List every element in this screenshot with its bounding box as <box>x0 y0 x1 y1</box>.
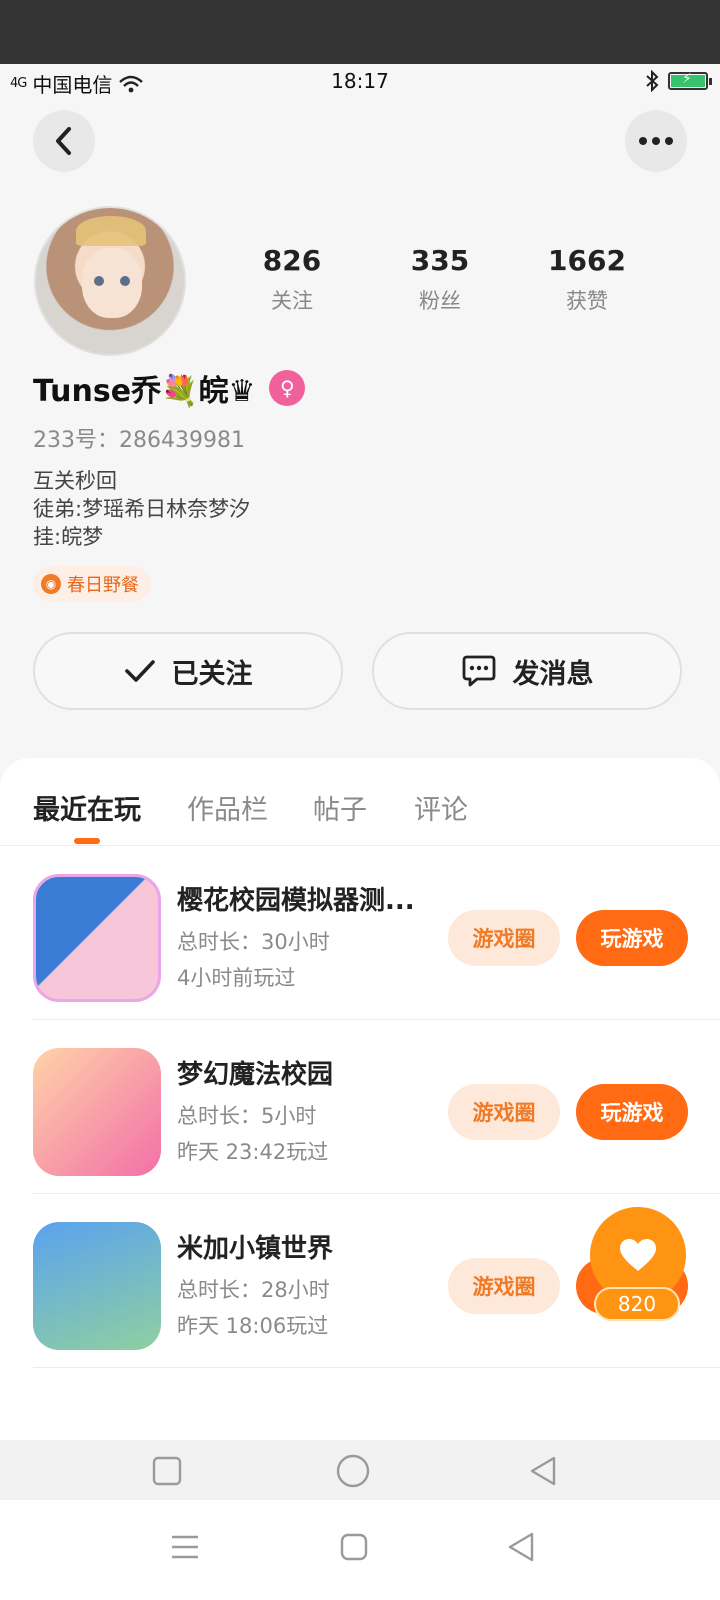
tab-posts[interactable]: 帖子 <box>313 788 367 827</box>
bluetooth-icon <box>646 70 659 92</box>
back-nav-button[interactable] <box>526 1454 560 1488</box>
game-icon[interactable] <box>33 1048 161 1176</box>
more-dots-icon <box>639 137 673 145</box>
stat-fans-label: 粉丝 <box>419 289 461 313</box>
checkmark-icon <box>124 660 155 682</box>
game-title: 梦幻魔法校园 <box>177 1060 334 1090</box>
clock: 18:17 <box>331 69 389 93</box>
bio-line: 徒弟:梦瑶希日林奈梦汐 <box>33 497 251 521</box>
avatar-eye-left <box>94 276 104 286</box>
square-icon <box>152 1456 182 1486</box>
tab-works[interactable]: 作品栏 <box>187 788 268 827</box>
chat-bubble-icon <box>462 655 495 687</box>
battery-icon: ⚡ <box>668 71 712 90</box>
chevron-left-icon <box>56 127 71 155</box>
username: Tunse乔💐皖♛ <box>33 374 256 409</box>
game-title: 米加小镇世界 <box>177 1234 334 1264</box>
user-id: 233号：286439981 <box>33 428 245 453</box>
gender-female-icon: ♀ <box>269 370 306 406</box>
recent-apps-button[interactable] <box>150 1454 184 1488</box>
home-button[interactable] <box>334 1452 372 1490</box>
game-row[interactable]: 樱花校园模拟器测... 总时长：30小时 4小时前玩过 游戏圈 玩游戏 <box>0 844 720 1020</box>
avatar-face <box>82 248 142 318</box>
row-divider <box>33 1367 720 1368</box>
circle-icon <box>336 1454 370 1488</box>
system-nav-bar <box>0 1500 720 1600</box>
menu-button[interactable] <box>168 1530 202 1564</box>
tab-comments[interactable]: 评论 <box>414 788 468 827</box>
game-duration: 总时长：28小时 <box>177 1278 330 1302</box>
stat-likes-label: 获赞 <box>566 289 608 313</box>
stat-following-label: 关注 <box>271 289 313 313</box>
rounded-square-icon <box>340 1533 368 1561</box>
bio-line: 挂:皖梦 <box>33 525 104 549</box>
game-icon[interactable] <box>33 1222 161 1350</box>
stat-fans-count: 335 <box>410 244 470 277</box>
game-icon[interactable] <box>33 874 161 1002</box>
badge-tag-label: 春日野餐 <box>67 575 139 596</box>
stat-fans[interactable]: 335 粉丝 <box>380 244 500 315</box>
bio-line: 互关秒回 <box>33 469 117 493</box>
menu-icon <box>172 1535 198 1559</box>
profile-screen: 4G 中国电信 18:17 ⚡ 826 关注 335 粉丝 1662 获赞 Tu… <box>0 64 720 1500</box>
more-button[interactable] <box>625 110 687 172</box>
system-home-button[interactable] <box>337 1530 371 1564</box>
bio: 互关秒回 徒弟:梦瑶希日林奈梦汐 挂:皖梦 <box>33 467 250 551</box>
avatar[interactable] <box>34 206 186 356</box>
game-row[interactable]: 梦幻魔法校园 总时长：5小时 昨天 23:42玩过 游戏圈 玩游戏 <box>0 1018 720 1194</box>
avatar-crown <box>76 216 146 246</box>
followed-button[interactable]: 已关注 <box>33 632 343 710</box>
game-duration: 总时长：5小时 <box>177 1104 317 1128</box>
followed-button-label: 已关注 <box>171 658 253 690</box>
status-bar: 4G 中国电信 18:17 ⚡ <box>0 64 720 100</box>
stat-likes[interactable]: 1662 获赞 <box>527 244 647 315</box>
game-last-played: 昨天 18:06玩过 <box>177 1314 329 1338</box>
like-count-badge: 820 <box>594 1287 680 1321</box>
send-message-button[interactable]: 发消息 <box>372 632 682 710</box>
stat-following[interactable]: 826 关注 <box>232 244 352 315</box>
tab-bar: 最近在玩 作品栏 帖子 评论 <box>0 758 720 846</box>
game-duration: 总时长：30小时 <box>177 930 330 954</box>
badge-tag-icon: ◉ <box>41 574 61 594</box>
heart-icon <box>620 1239 656 1271</box>
play-game-button[interactable]: 玩游戏 <box>576 1084 688 1140</box>
badge-tag[interactable]: ◉ 春日野餐 <box>33 566 151 602</box>
triangle-back-icon <box>508 1532 534 1562</box>
tab-recently-played[interactable]: 最近在玩 <box>33 788 141 827</box>
avatar-eye-right <box>120 276 130 286</box>
stat-likes-count: 1662 <box>548 244 626 277</box>
content-sheet: 最近在玩 作品栏 帖子 评论 樱花校园模拟器测... 总时长：30小时 4小时前… <box>0 758 720 1500</box>
triangle-back-icon <box>530 1456 556 1486</box>
game-circle-button[interactable]: 游戏圈 <box>448 910 560 966</box>
game-last-played: 4小时前玩过 <box>177 966 296 990</box>
top-black-bar <box>0 0 720 64</box>
game-title: 樱花校园模拟器测... <box>177 886 415 916</box>
stat-following-count: 826 <box>262 244 322 277</box>
username-row: Tunse乔💐皖♛ ♀ <box>33 366 306 410</box>
game-circle-button[interactable]: 游戏圈 <box>448 1084 560 1140</box>
game-last-played: 昨天 23:42玩过 <box>177 1140 329 1164</box>
send-message-label: 发消息 <box>512 658 594 690</box>
in-app-nav-bar <box>0 1440 720 1500</box>
game-circle-button[interactable]: 游戏圈 <box>448 1258 560 1314</box>
back-button[interactable] <box>33 110 95 172</box>
system-back-button[interactable] <box>504 1530 538 1564</box>
play-game-button[interactable]: 玩游戏 <box>576 910 688 966</box>
status-right: ⚡ <box>644 70 712 92</box>
